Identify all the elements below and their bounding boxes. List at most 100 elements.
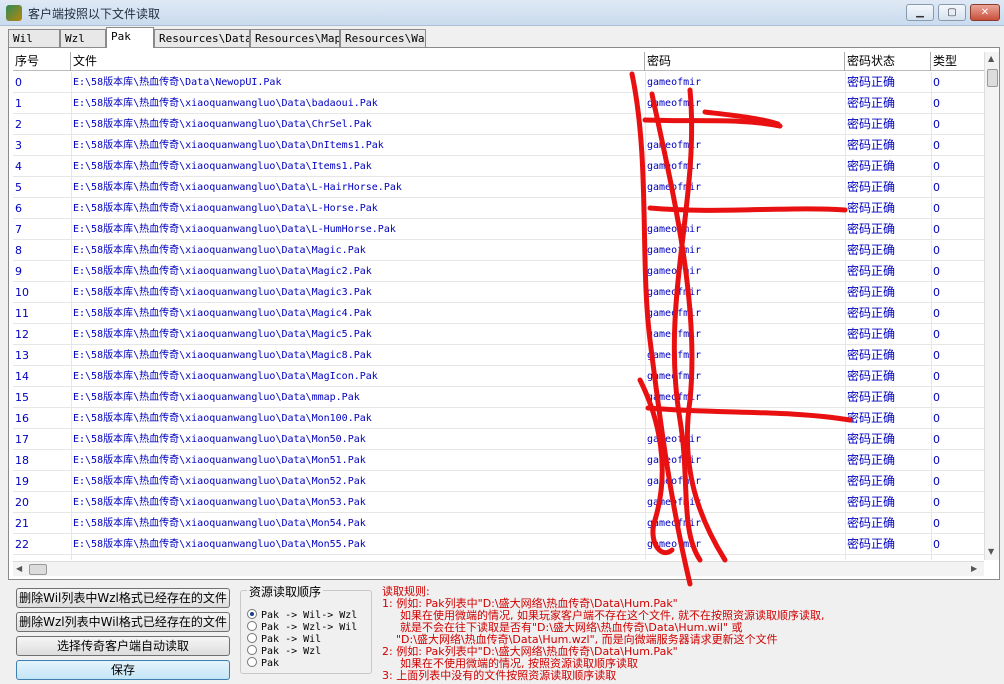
row-file-cell: E:\58版本库\热血传奇\xiaoquanwangluo\Data\Mon50… <box>73 434 366 445</box>
table-row[interactable]: 20 E:\58版本库\热血传奇\xiaoquanwangluo\Data\Mon… <box>13 492 985 513</box>
row-type-cell: 0 <box>933 160 940 173</box>
table-row[interactable]: 10 E:\58版本库\热血传奇\xiaoquanwangluo\Data\Mag… <box>13 282 985 303</box>
read-order-option[interactable]: Pak -> Wzl <box>247 645 321 657</box>
table-row[interactable]: 18 E:\58版本库\热血传奇\xiaoquanwangluo\Data\Mon… <box>13 450 985 471</box>
row-index-cell: 11 <box>15 307 29 320</box>
radio-icon[interactable] <box>247 633 257 643</box>
tab-resources-wav[interactable]: Resources\Wav <box>340 29 426 47</box>
read-order-group: 资源读取顺序 Pak -> Wil-> Wzl Pak -> Wzl-> Wil… <box>240 583 372 674</box>
table-row[interactable]: 1 E:\58版本库\热血传奇\xiaoquanwangluo\Data\bada… <box>13 93 985 114</box>
scroll-down-icon[interactable]: ▼ <box>988 547 994 556</box>
row-status-cell: 密码正确 <box>847 117 896 131</box>
table-row[interactable]: 7 E:\58版本库\热血传奇\xiaoquanwangluo\Data\L-Hu… <box>13 219 985 240</box>
tab-resources-map[interactable]: Resources\Map <box>250 29 340 47</box>
table-row[interactable]: 11 E:\58版本库\热血传奇\xiaoquanwangluo\Data\Mag… <box>13 303 985 324</box>
table-row[interactable]: 3 E:\58版本库\热血传奇\xiaoquanwangluo\Data\DnIt… <box>13 135 985 156</box>
table-row[interactable]: 21 E:\58版本库\热血传奇\xiaoquanwangluo\Data\Mon… <box>13 513 985 534</box>
row-status-cell: 密码正确 <box>847 96 896 110</box>
row-status-cell: 密码正确 <box>847 516 896 530</box>
row-status-cell: 密码正确 <box>847 222 896 236</box>
row-file-cell: E:\58版本库\热血传奇\xiaoquanwangluo\Data\Magic… <box>73 266 372 277</box>
table-row[interactable]: 15 E:\58版本库\热血传奇\xiaoquanwangluo\Data\mma… <box>13 387 985 408</box>
table-row[interactable]: 8 E:\58版本库\热血传奇\xiaoquanwangluo\Data\Magi… <box>13 240 985 261</box>
table-row[interactable]: 19 E:\58版本库\热血传奇\xiaoquanwangluo\Data\Mon… <box>13 471 985 492</box>
row-file-cell: E:\58版本库\热血传奇\xiaoquanwangluo\Data\L-Hai… <box>73 182 402 193</box>
row-type-cell: 0 <box>933 307 940 320</box>
tab-wzl[interactable]: Wzl <box>60 29 106 47</box>
row-file-cell: E:\58版本库\热血传奇\xiaoquanwangluo\Data\L-Hor… <box>73 203 378 214</box>
minimize-icon[interactable]: ▁ <box>906 4 934 21</box>
row-status-cell: 密码正确 <box>847 306 896 320</box>
row-type-cell: 0 <box>933 139 940 152</box>
vertical-scrollbar[interactable]: ▲ ▼ <box>984 52 999 560</box>
row-status-cell: 密码正确 <box>847 411 896 425</box>
row-type-cell: 0 <box>933 118 940 131</box>
row-type-cell: 0 <box>933 412 940 425</box>
read-order-option[interactable]: Pak <box>247 657 279 669</box>
column-header-type[interactable]: 类型 <box>931 52 985 71</box>
read-order-option[interactable]: Pak -> Wil-> Wzl <box>247 609 357 621</box>
row-index-cell: 1 <box>15 97 22 110</box>
row-password-cell: gameofmir <box>647 350 702 361</box>
row-file-cell: E:\58版本库\热血传奇\xiaoquanwangluo\Data\Mon51… <box>73 455 366 466</box>
horizontal-scrollbar[interactable]: ◀ ▶ <box>13 561 984 576</box>
row-index-cell: 21 <box>15 517 29 530</box>
table-row[interactable]: 16 E:\58版本库\热血传奇\xiaoquanwangluo\Data\Mon… <box>13 408 985 429</box>
table-row[interactable]: 22 E:\58版本库\热血传奇\xiaoquanwangluo\Data\Mon… <box>13 534 985 555</box>
delete-wzl-duplicates-button[interactable]: 删除Wzl列表中Wil格式已经存在的文件 <box>16 612 230 632</box>
column-header-password-status[interactable]: 密码状态 <box>845 52 931 71</box>
column-header-password[interactable]: 密码 <box>645 52 845 71</box>
title-bar: 客户端按照以下文件读取 ▁ ▢ ✕ <box>0 0 1004 26</box>
row-status-cell: 密码正确 <box>847 474 896 488</box>
radio-icon[interactable] <box>247 657 257 667</box>
read-order-option-label: Pak <box>261 658 280 669</box>
row-status-cell: 密码正确 <box>847 180 896 194</box>
scroll-up-icon[interactable]: ▲ <box>988 54 994 63</box>
radio-icon[interactable] <box>247 621 257 631</box>
column-header-file[interactable]: 文件 <box>71 52 645 71</box>
row-type-cell: 0 <box>933 76 940 89</box>
column-header-index[interactable]: 序号 <box>13 52 71 71</box>
row-type-cell: 0 <box>933 391 940 404</box>
table-row[interactable]: 13 E:\58版本库\热血传奇\xiaoquanwangluo\Data\Mag… <box>13 345 985 366</box>
tab-wil[interactable]: Wil <box>8 29 60 47</box>
read-order-option[interactable]: Pak -> Wil <box>247 633 321 645</box>
table-row[interactable]: 0 E:\58版本库\热血传奇\Data\NewopUI.Pak gameofmir… <box>13 72 985 93</box>
delete-wil-duplicates-button[interactable]: 删除Wil列表中Wzl格式已经存在的文件 <box>16 588 230 608</box>
row-type-cell: 0 <box>933 349 940 362</box>
tab-resources-data[interactable]: Resources\Data <box>154 29 250 47</box>
auto-read-client-button[interactable]: 选择传奇客户端自动读取 <box>16 636 230 656</box>
file-list-panel: 序号 文件 密码 密码状态 类型 0 E:\58版本库\热血传奇\Data\New… <box>8 47 1000 580</box>
table-row[interactable]: 2 E:\58版本库\热血传奇\xiaoquanwangluo\Data\ChrS… <box>13 114 985 135</box>
vertical-scroll-thumb[interactable] <box>987 69 998 87</box>
save-button[interactable]: 保存 <box>16 660 230 680</box>
table-row[interactable]: 9 E:\58版本库\热血传奇\xiaoquanwangluo\Data\Magi… <box>13 261 985 282</box>
table-row[interactable]: 12 E:\58版本库\热血传奇\xiaoquanwangluo\Data\Mag… <box>13 324 985 345</box>
radio-selected-icon[interactable] <box>247 609 257 619</box>
row-type-cell: 0 <box>933 538 940 551</box>
table-row[interactable]: 5 E:\58版本库\热血传奇\xiaoquanwangluo\Data\L-Ha… <box>13 177 985 198</box>
scroll-right-icon[interactable]: ▶ <box>971 564 977 573</box>
row-password-cell: gameofmir <box>647 329 702 340</box>
read-order-option[interactable]: Pak -> Wzl-> Wil <box>247 621 357 633</box>
scroll-left-icon[interactable]: ◀ <box>16 564 22 573</box>
row-type-cell: 0 <box>933 97 940 110</box>
close-icon[interactable]: ✕ <box>970 4 1000 21</box>
radio-icon[interactable] <box>247 645 257 655</box>
table-row[interactable]: 4 E:\58版本库\热血传奇\xiaoquanwangluo\Data\Item… <box>13 156 985 177</box>
tab-pak[interactable]: Pak <box>106 27 154 48</box>
row-file-cell: E:\58版本库\热血传奇\xiaoquanwangluo\Data\Magic… <box>73 350 372 361</box>
row-type-cell: 0 <box>933 370 940 383</box>
row-index-cell: 15 <box>15 391 29 404</box>
row-status-cell: 密码正确 <box>847 159 896 173</box>
table-row[interactable]: 17 E:\58版本库\热血传奇\xiaoquanwangluo\Data\Mon… <box>13 429 985 450</box>
table-row[interactable]: 14 E:\58版本库\热血传奇\xiaoquanwangluo\Data\Mag… <box>13 366 985 387</box>
row-status-cell: 密码正确 <box>847 243 896 257</box>
table-row[interactable]: 6 E:\58版本库\热血传奇\xiaoquanwangluo\Data\L-Ho… <box>13 198 985 219</box>
row-type-cell: 0 <box>933 223 940 236</box>
row-file-cell: E:\58版本库\热血传奇\xiaoquanwangluo\Data\DnIte… <box>73 140 384 151</box>
horizontal-scroll-thumb[interactable] <box>29 564 47 575</box>
row-type-cell: 0 <box>933 244 940 257</box>
maximize-icon[interactable]: ▢ <box>938 4 966 21</box>
row-password-cell: gameofmir <box>647 266 702 277</box>
